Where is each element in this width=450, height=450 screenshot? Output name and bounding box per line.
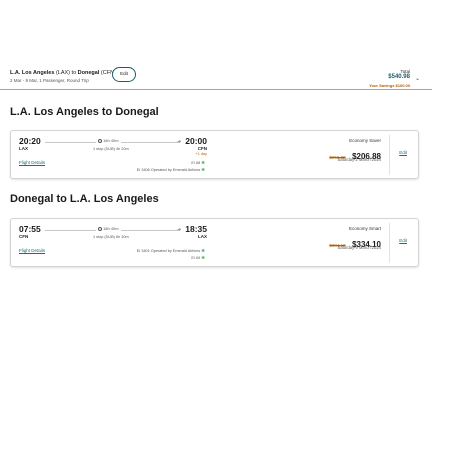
trip-summary-header: L.A. Los Angeles (LAX) to Donegal (CFN) … <box>0 62 432 90</box>
arrival-airport: LAX <box>198 234 207 239</box>
leaf-icon: ❀ <box>201 255 205 260</box>
savings-text: Your Savings $100.00 <box>369 83 410 88</box>
edit-search-button[interactable]: Edit <box>112 67 136 82</box>
plus-day-badge: +1 day <box>195 152 207 156</box>
fare-type: Economy Saver <box>349 138 381 143</box>
total-price[interactable]: Total $540.98 <box>388 69 410 80</box>
operator-line: EI 3401 Operated by Emerald Airlines❀ <box>137 248 205 254</box>
origin-city: L.A. Los Angeles <box>10 70 55 76</box>
outbound-flight-card: 20:20 LAX ➜ 16h 40m 1 stop (DUB) 4h 20m … <box>10 130 419 179</box>
arrival-time: 18:35 <box>185 224 207 234</box>
return-section-title: Donegal to L.A. Los Angeles <box>10 193 159 205</box>
arrow-right-icon: ➜ <box>177 139 182 145</box>
departure-time: 20:20 <box>19 136 41 146</box>
arrow-right-icon: ➜ <box>177 227 182 233</box>
flight-date: Saturday 2 March 2024 <box>337 157 381 162</box>
clock-icon <box>98 226 102 231</box>
operator-line: EI 3406 Operated by Emerald Airlines❀ <box>137 167 205 173</box>
return-flight-card: 07:55 CFN ➜ 18h 40m 1 stop (DUB) 6h 30m … <box>10 218 419 267</box>
edit-flight-link[interactable]: Edit <box>399 150 407 155</box>
flight-details-link[interactable]: Flight Details <box>19 248 45 253</box>
trip-subtitle: 2 Mar - 9 Mar, 1 Passenger, Round Trip <box>10 78 89 83</box>
arrival-airport: CFN <box>197 146 207 151</box>
flight-details-link[interactable]: Flight Details <box>19 160 45 165</box>
outbound-section-title: L.A. Los Angeles to Donegal <box>10 106 159 118</box>
clock-icon <box>98 138 102 143</box>
arrival-time: 20:00 <box>185 136 207 146</box>
route-connector: to <box>71 70 77 76</box>
duration-text: 18h 40m <box>103 226 119 231</box>
operator-line: EI 69❀ <box>191 255 205 261</box>
chevron-down-icon[interactable]: ⌄ <box>415 75 420 82</box>
flight-duration: 16h 40m <box>96 138 121 143</box>
destination-city: Donegal <box>77 70 100 76</box>
edit-flight-link[interactable]: Edit <box>399 238 407 243</box>
leaf-icon: ❀ <box>201 160 205 165</box>
departure-airport: CFN <box>19 234 29 239</box>
flight-duration: 18h 40m <box>96 226 121 231</box>
departure-airport: LAX <box>19 146 28 151</box>
origin-code: (LAX) <box>55 70 71 76</box>
stops-info: 1 stop (DUB) 4h 20m <box>93 147 129 151</box>
trip-route: L.A. Los Angeles (LAX) to Donegal (CFN) <box>10 70 116 76</box>
departure-time: 07:55 <box>19 224 41 234</box>
fare-type: Economy Smart <box>348 226 381 231</box>
operator-text: EI 69 <box>191 256 201 260</box>
card-divider <box>389 223 390 263</box>
duration-text: 16h 40m <box>103 138 119 143</box>
operator-text: EI 3401 Operated by Emerald Airlines <box>136 249 201 253</box>
leaf-icon: ❀ <box>201 248 205 253</box>
stops-info: 1 stop (DUB) 6h 30m <box>93 235 129 239</box>
total-amount: $540.98 <box>388 74 410 80</box>
flight-date: Saturday 9 March 2024 <box>337 245 381 250</box>
card-divider <box>389 135 390 175</box>
leaf-icon: ❀ <box>201 167 205 172</box>
operator-text: EI 68 <box>191 161 201 165</box>
operator-text: EI 3406 Operated by Emerald Airlines <box>136 168 201 172</box>
operator-line: EI 68❀ <box>191 160 205 166</box>
